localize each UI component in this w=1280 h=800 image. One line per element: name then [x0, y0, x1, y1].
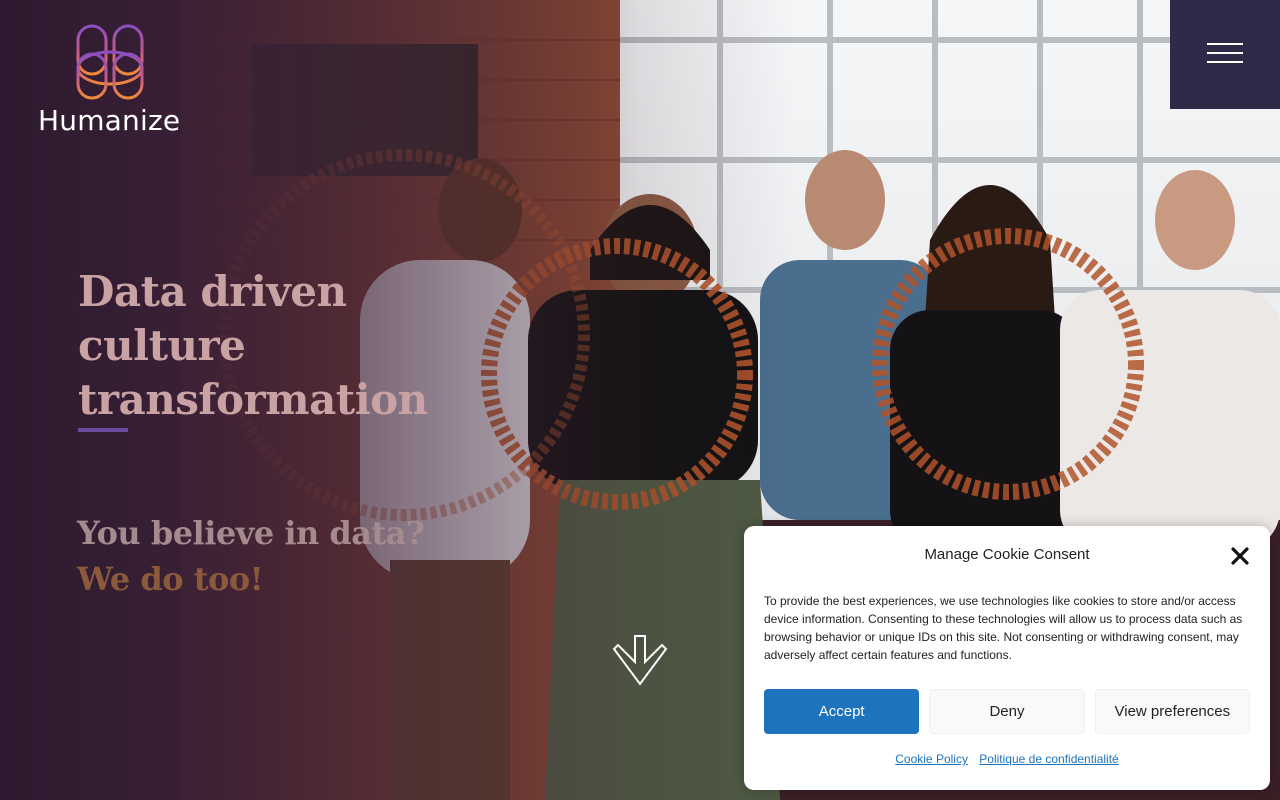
cookie-policy-links: Cookie Policy Politique de confidentiali…: [744, 752, 1270, 766]
hero-headline: Data driven culture transformation: [78, 265, 458, 427]
headline-line: transformation: [78, 375, 428, 424]
tagline-answer: We do too!: [77, 560, 264, 598]
hamburger-menu-icon-bar-3: [1207, 61, 1243, 63]
scroll-down-button[interactable]: [612, 634, 668, 688]
headline-line: Data driven: [78, 267, 347, 316]
cookie-policy-link[interactable]: Cookie Policy: [895, 752, 968, 766]
close-icon: [1231, 547, 1249, 565]
privacy-policy-link[interactable]: Politique de confidentialité: [979, 752, 1118, 766]
arrow-down-icon: [612, 635, 668, 686]
humanize-knot-logo-icon: [76, 24, 144, 100]
headline-line: culture: [78, 321, 246, 370]
hero-tagline: You believe in data? We do too!: [77, 510, 425, 602]
hamburger-menu-icon: [1207, 43, 1243, 45]
view-preferences-button[interactable]: View preferences: [1094, 689, 1250, 734]
tagline-question: You believe in data?: [77, 514, 425, 552]
cookie-button-row: Accept Deny View preferences: [764, 689, 1250, 734]
accept-button[interactable]: Accept: [764, 689, 920, 734]
brand-logo[interactable]: Humanize: [38, 24, 188, 136]
cookie-consent-dialog: Manage Cookie Consent To provide the bes…: [744, 526, 1270, 790]
close-button[interactable]: [1230, 546, 1250, 566]
brand-name: Humanize: [38, 104, 181, 137]
deny-button[interactable]: Deny: [929, 689, 1085, 734]
hamburger-menu-icon-bar-2: [1207, 52, 1243, 54]
cookie-dialog-title: Manage Cookie Consent: [924, 546, 1090, 563]
hamburger-menu-button[interactable]: [1170, 0, 1280, 109]
headline-accent-underline: [78, 428, 128, 432]
cookie-description: To provide the best experiences, we use …: [764, 594, 1243, 662]
